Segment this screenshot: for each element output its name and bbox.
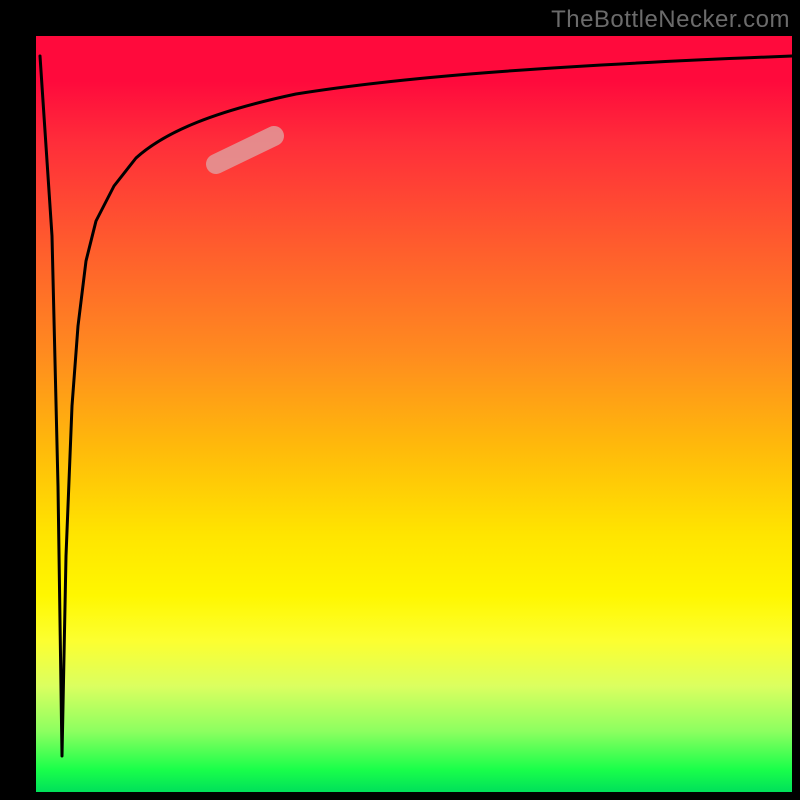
bottleneck-curve [40, 56, 792, 756]
curve-layer [36, 36, 792, 792]
chart-frame: TheBottleNecker.com [0, 0, 800, 800]
watermark-text: TheBottleNecker.com [551, 6, 790, 34]
highlight-pill [216, 136, 274, 164]
